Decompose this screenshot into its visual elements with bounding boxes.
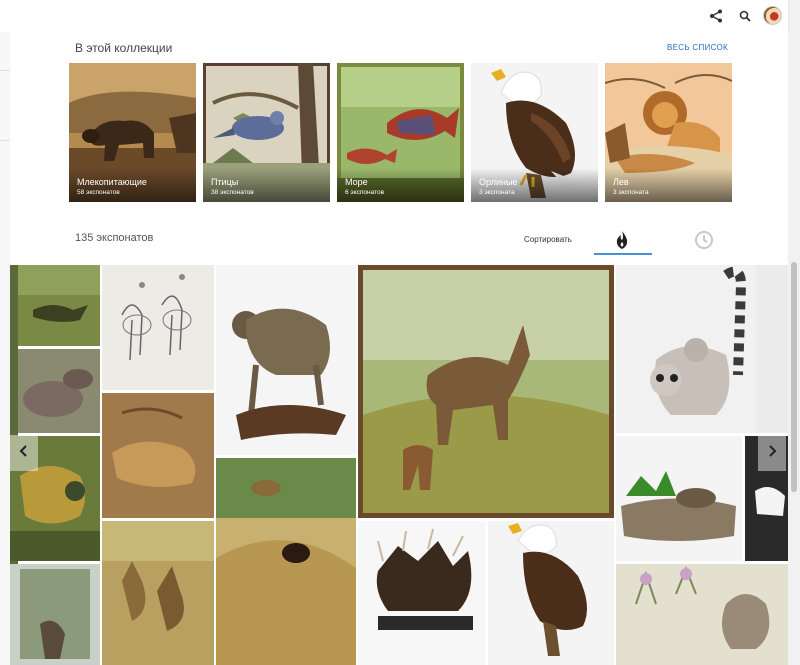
tile-count: 6 экспонатов [345,189,385,196]
exhibit-thumb[interactable] [616,436,742,561]
sort-active-indicator [594,253,652,255]
tile-count: 3 экспоната [613,189,649,196]
search-icon[interactable] [735,6,755,26]
collection-tile-lion[interactable]: Лев 3 экспоната [605,63,732,202]
exhibit-thumb[interactable] [756,265,788,433]
tile-name: Млекопитающие [77,177,147,187]
tile-name: Орлиные [479,177,518,187]
next-button[interactable] [758,435,786,471]
collection-tile-birds[interactable]: Птицы 38 экспонатов [203,63,330,202]
exhibit-thumb[interactable] [102,265,214,390]
exhibit-grid [10,265,788,665]
exhibit-thumb[interactable] [216,265,356,455]
top-bar [0,0,788,32]
exhibit-thumb[interactable] [216,458,356,665]
clock-icon[interactable] [694,230,714,255]
avatar[interactable] [763,6,782,25]
tile-count: 3 экспоната [479,189,515,196]
tile-name: Птицы [211,177,239,187]
exhibit-thumb[interactable] [616,265,756,433]
exhibit-thumb[interactable] [10,564,100,665]
sort-label: Сортировать [524,235,572,244]
exhibit-thumb[interactable] [616,564,788,665]
collection-tile-sea[interactable]: Море 6 экспонатов [337,63,464,202]
exhibit-thumb[interactable] [18,349,100,433]
exhibit-thumb[interactable] [358,265,614,518]
prev-button[interactable] [10,435,38,471]
collection-tile-eagles[interactable]: Орлиные 3 экспоната [471,63,598,202]
see-all-link[interactable]: ВЕСЬ СПИСОК [667,43,728,52]
share-icon[interactable] [706,6,726,26]
scrollbar-thumb[interactable] [791,262,797,492]
exhibit-thumb[interactable] [358,521,485,665]
tile-count: 58 экспонатов [77,189,120,196]
collection-tile-mammals[interactable]: Млекопитающие 58 экспонатов [69,63,196,202]
tile-name: Лев [613,177,629,187]
collection-title: В этой коллекции [75,41,173,55]
exhibit-thumb[interactable] [18,265,100,346]
exhibit-thumb[interactable] [488,521,614,665]
tile-count: 38 экспонатов [211,189,254,196]
tile-name: Море [345,177,368,187]
exhibit-count: 135 экспонатов [75,232,154,244]
exhibit-thumb[interactable] [102,393,214,518]
flame-icon[interactable] [613,230,631,255]
scrollbar[interactable] [788,32,800,665]
chevron-left-icon [19,444,29,462]
chevron-right-icon [767,444,777,462]
exhibit-thumb[interactable] [102,521,214,665]
